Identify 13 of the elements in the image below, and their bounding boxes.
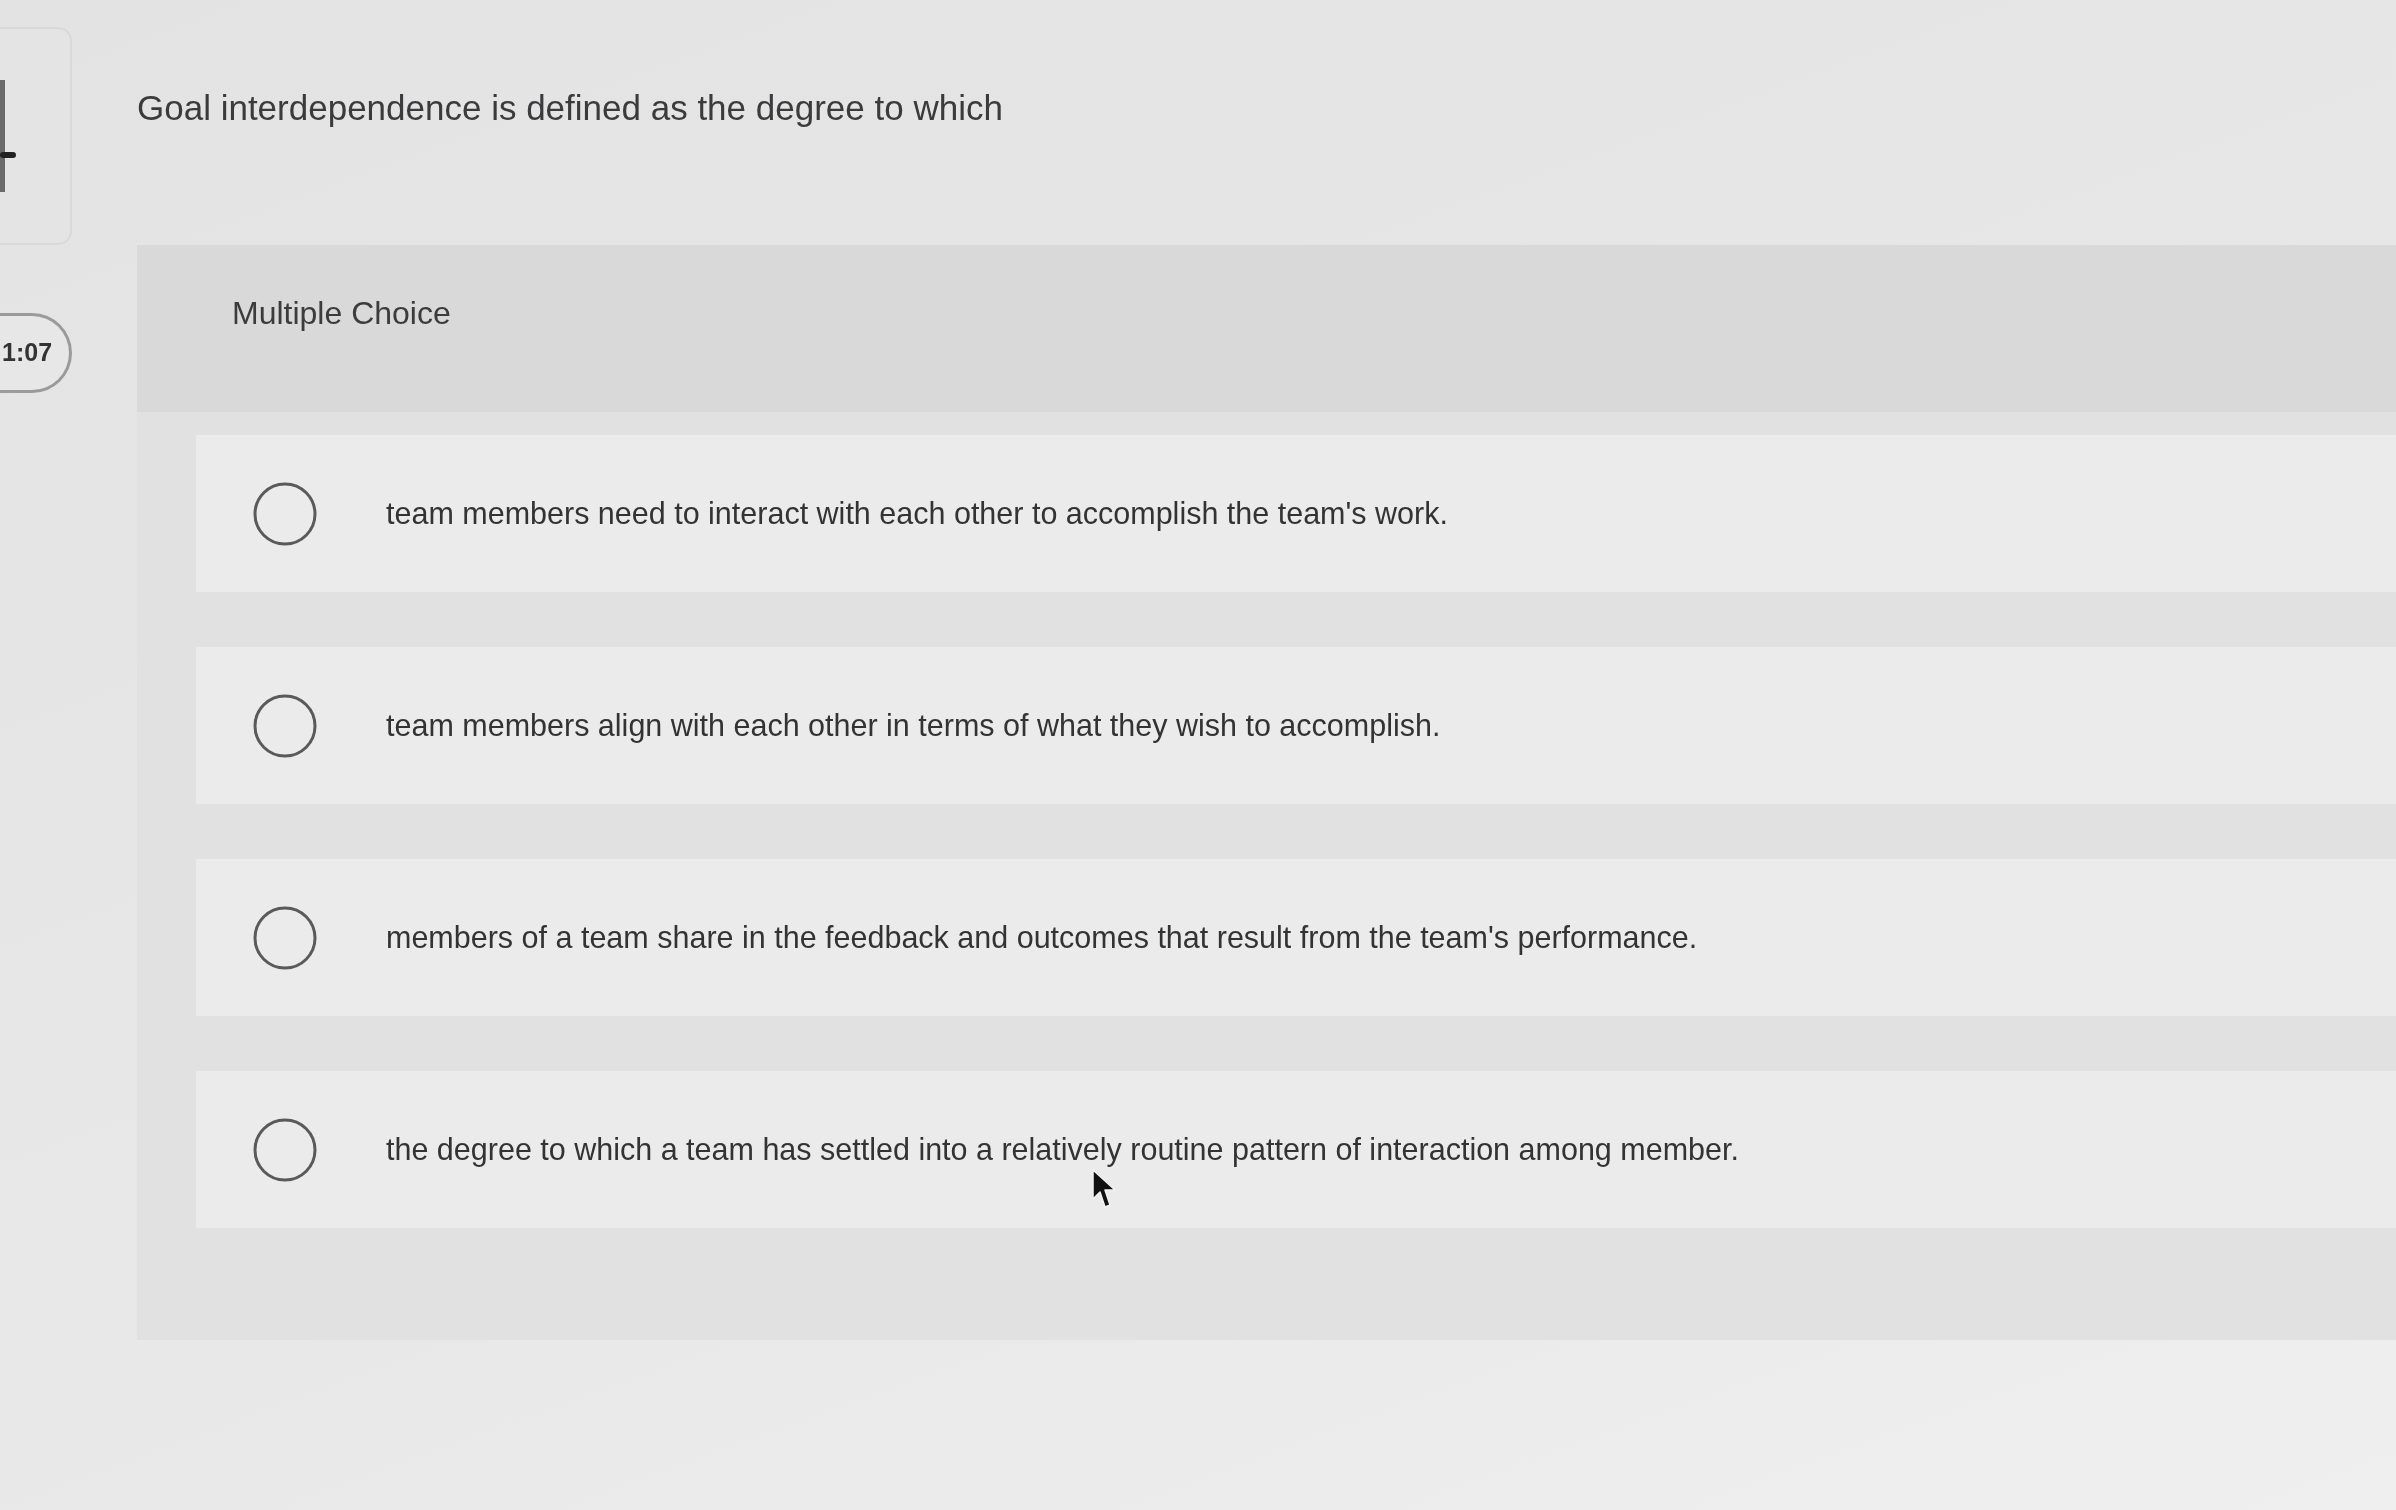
line-icon [0, 80, 16, 192]
question-text: Goal interdependence is defined as the degree to which [137, 87, 1004, 129]
option-text: team members align with each other in terms of what they wish to accomplish. [386, 706, 1441, 745]
answer-option[interactable]: team members align with each other in terms of what they wish to accomplish. [196, 647, 2396, 804]
answer-option[interactable]: members of a team share in the feedback and outcomes that result from the team's performance. [196, 859, 2396, 1016]
answer-option[interactable]: the degree to which a team has settled into a relatively routine pattern of interaction among member. [196, 1071, 2396, 1228]
timer-badge: 1:07 [0, 313, 72, 393]
mouse-pointer-icon [1092, 1169, 1116, 1209]
option-text: the degree to which a team has settled into a relatively routine pattern of interaction among member. [386, 1130, 1739, 1169]
option-text: members of a team share in the feedback and outcomes that result from the team's performance. [386, 918, 1698, 957]
option-text: team members need to interact with each other to accomplish the team's work. [386, 494, 1448, 533]
question-type-label: Multiple Choice [232, 294, 451, 333]
answer-option[interactable]: team members need to interact with each other to accomplish the team's work. [196, 435, 2396, 592]
